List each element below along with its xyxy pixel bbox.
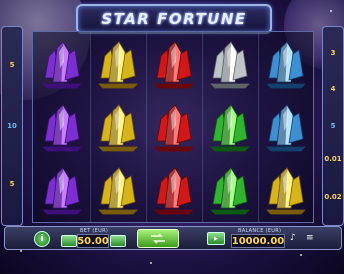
yellow-crystal-icon	[266, 166, 306, 214]
blue-crystal-icon	[266, 103, 306, 151]
reel-symbol-purple-crystal	[35, 95, 89, 158]
star	[20, 250, 22, 252]
green-crystal-icon	[210, 103, 250, 151]
star	[150, 262, 152, 264]
reel-symbol-purple-crystal	[35, 158, 89, 221]
payline-rail-left: 5 10 5	[1, 26, 23, 226]
balance-value: 10000.00	[231, 234, 285, 248]
payline-rail-right: 3 4 5 0.01 0.02	[322, 26, 344, 226]
purple-crystal-icon	[42, 103, 82, 151]
yellow-crystal-icon	[98, 103, 138, 151]
reel-symbol-green-crystal	[203, 95, 257, 158]
payline-number[interactable]: 0.02	[323, 193, 343, 201]
red-crystal-icon	[154, 103, 194, 151]
reel	[90, 32, 145, 222]
bet-increase-button[interactable]	[110, 235, 126, 247]
info-button[interactable]: i	[34, 231, 50, 247]
purple-crystal-icon	[42, 40, 82, 88]
reel-symbol-red-crystal	[147, 95, 201, 158]
red-crystal-icon	[154, 166, 194, 214]
reel	[202, 32, 257, 222]
reel-symbol-white-crystal	[203, 32, 257, 95]
payline-number[interactable]: 4	[323, 85, 343, 93]
title-banner: STAR FORTUNE	[76, 4, 272, 34]
reel	[35, 32, 89, 222]
star	[330, 10, 332, 12]
reel-symbol-yellow-crystal	[91, 32, 145, 95]
game-background: STAR FORTUNE 5 10 5 3 4 5 0.01 0.02 i BE…	[0, 0, 344, 274]
game-title: STAR FORTUNE	[101, 10, 247, 28]
reel	[258, 32, 313, 222]
reel	[146, 32, 201, 222]
bet-value: 50.00	[77, 234, 109, 248]
green-crystal-icon	[210, 166, 250, 214]
red-crystal-icon	[154, 40, 194, 88]
blue-crystal-icon	[266, 40, 306, 88]
reel-symbol-red-crystal	[147, 32, 201, 95]
autoplay-button[interactable]: ▶	[207, 232, 225, 245]
bet-decrease-button[interactable]	[61, 235, 77, 247]
reel-symbol-yellow-crystal	[259, 158, 313, 221]
payline-number[interactable]: 5	[323, 122, 343, 130]
sound-icon[interactable]: ♪	[290, 233, 296, 243]
reel-symbol-yellow-crystal	[91, 158, 145, 221]
reel-grid	[32, 31, 314, 223]
reel-symbol-purple-crystal	[35, 32, 89, 95]
reel-symbol-yellow-crystal	[91, 95, 145, 158]
payline-number[interactable]: 10	[2, 122, 22, 130]
spin-arrows-icon	[151, 233, 165, 244]
reel-symbol-green-crystal	[203, 158, 257, 221]
payline-number[interactable]: 5	[2, 180, 22, 188]
payline-number[interactable]: 5	[2, 61, 22, 69]
white-crystal-icon	[210, 40, 250, 88]
settings-icon[interactable]: ≡	[306, 233, 314, 243]
purple-crystal-icon	[42, 166, 82, 214]
reel-symbol-blue-crystal	[259, 32, 313, 95]
star	[300, 254, 302, 256]
reel-symbol-blue-crystal	[259, 95, 313, 158]
payline-number[interactable]: 3	[323, 49, 343, 57]
reel-symbol-red-crystal	[147, 158, 201, 221]
yellow-crystal-icon	[98, 40, 138, 88]
yellow-crystal-icon	[98, 166, 138, 214]
spin-button[interactable]	[137, 229, 179, 248]
payline-number[interactable]: 0.01	[323, 155, 343, 163]
